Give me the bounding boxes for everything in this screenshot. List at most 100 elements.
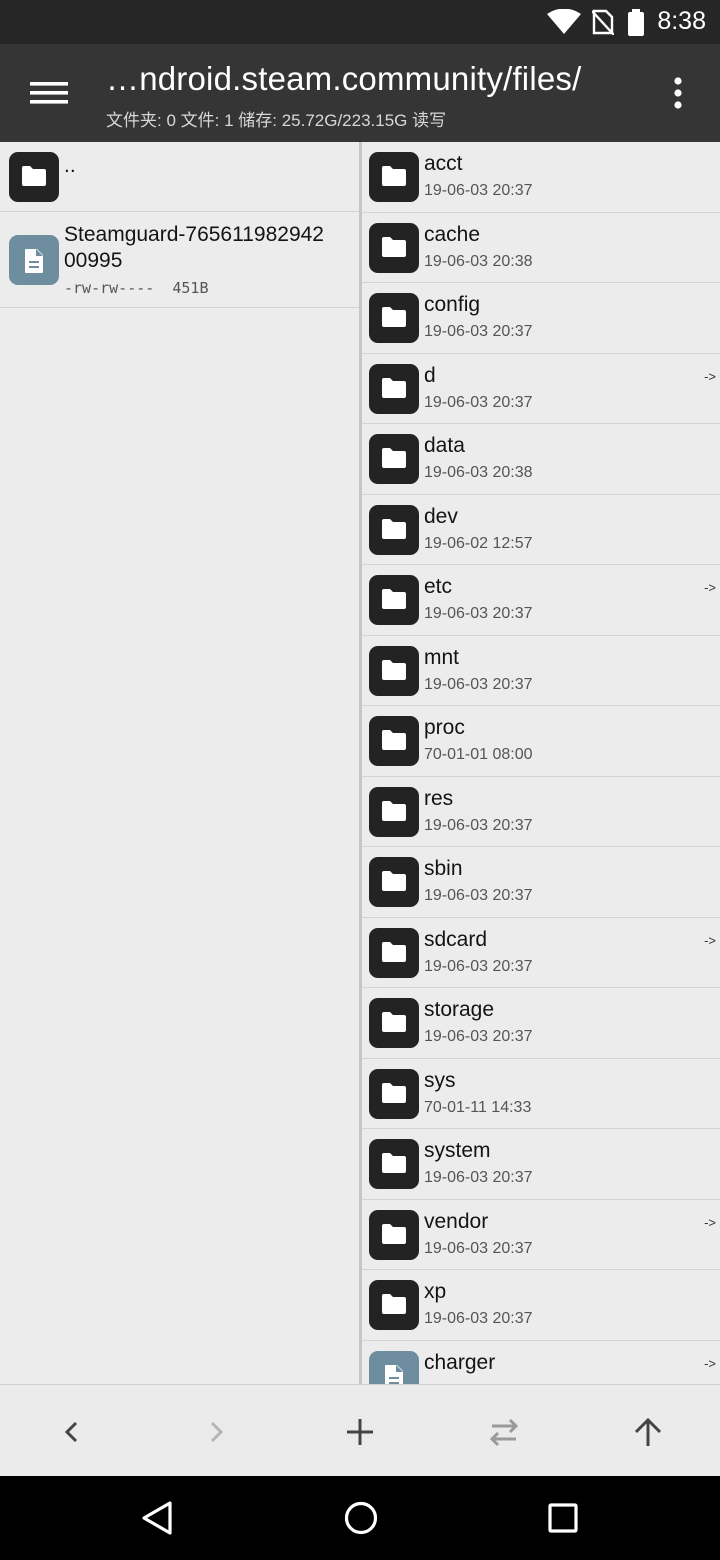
item-name: storage	[424, 998, 495, 1021]
battery-icon	[627, 9, 645, 41]
item-name: dev	[424, 504, 458, 528]
bottom-toolbar	[0, 1384, 720, 1476]
folder-icon	[369, 998, 419, 1048]
file-permissions: -rw-rw---- 451B	[64, 279, 209, 297]
item-name: proc	[424, 716, 465, 739]
item-name: sbin	[424, 857, 463, 880]
list-item[interactable]: data 19-06-03 20:38	[362, 424, 720, 495]
folder-icon	[369, 1209, 419, 1260]
right-pane: acct 19-06-03 20:37 cache 19-06-03 20:38 con…	[362, 142, 720, 1384]
file-icon	[369, 1350, 419, 1384]
path-title[interactable]: …ndroid.steam.community/files/	[106, 60, 582, 98]
item-date: 19-06-03 20:37	[424, 1169, 533, 1186]
item-date: 19-06-03 20:37	[424, 816, 533, 834]
list-item[interactable]: sys 70-01-11 14:33	[362, 1059, 720, 1129]
item-date: 19-06-03 20:37	[424, 605, 533, 622]
file-row[interactable]: Steamguard-765611982942 00995 -rw-rw----…	[0, 212, 360, 308]
system-nav-bar	[0, 1476, 720, 1560]
storage-summary: 文件夹: 0 文件: 1 储存: 25.72G/223.15G 读写	[106, 111, 447, 130]
list-item[interactable]: d 19-06-03 20:37 ->	[362, 354, 720, 424]
file-icon	[9, 235, 59, 285]
item-date: 19-06-03 20:37	[424, 1028, 533, 1045]
list-item[interactable]: acct 19-06-03 20:37	[362, 142, 720, 213]
item-name: charger	[424, 1350, 496, 1374]
item-date: 19-06-03 20:37	[424, 887, 533, 904]
folder-icon	[369, 363, 419, 414]
symlink-indicator: ->	[704, 1214, 716, 1230]
item-date: 19-06-03 20:38	[424, 464, 533, 481]
list-item[interactable]: etc 19-06-03 20:37 ->	[362, 565, 720, 636]
item-date: 70-01-11 14:33	[424, 1098, 532, 1116]
item-name: sys	[424, 1068, 456, 1092]
more-vert-icon[interactable]	[666, 76, 690, 110]
list-item[interactable]: charger ->	[362, 1341, 720, 1384]
folder-icon	[369, 1068, 419, 1119]
list-item[interactable]: config 19-06-03 20:37	[362, 283, 720, 354]
list-item[interactable]: cache 19-06-03 20:38	[362, 213, 720, 283]
item-date: 19-06-03 20:37	[424, 1239, 533, 1257]
item-date: 19-06-03 20:37	[424, 675, 533, 693]
list-item[interactable]: vendor 19-06-03 20:37 ->	[362, 1200, 720, 1270]
wifi-icon	[547, 8, 581, 39]
symlink-indicator: ->	[704, 580, 716, 595]
list-item[interactable]: storage 19-06-03 20:37	[362, 988, 720, 1059]
item-name: system	[424, 1139, 491, 1162]
item-name: etc	[424, 575, 453, 598]
symlink-indicator: ->	[704, 1355, 716, 1371]
item-date: 19-06-03 20:37	[424, 323, 533, 340]
list-item[interactable]: sdcard 19-06-03 20:37 ->	[362, 918, 720, 988]
folder-icon	[9, 152, 59, 202]
list-item[interactable]: dev 19-06-02 12:57	[362, 495, 720, 565]
folder-icon	[369, 434, 419, 484]
item-date: 19-06-03 20:37	[424, 182, 533, 199]
symlink-indicator: ->	[704, 368, 716, 384]
list-item[interactable]: res 19-06-03 20:37	[362, 777, 720, 847]
item-name: res	[424, 786, 454, 810]
folder-icon	[369, 1139, 419, 1189]
list-item[interactable]: sbin 19-06-03 20:37	[362, 847, 720, 918]
add-icon[interactable]	[340, 1415, 380, 1449]
item-name: cache	[424, 222, 481, 246]
no-sim-icon	[591, 9, 615, 39]
nav-back-icon[interactable]	[140, 1498, 176, 1542]
back-arrow-icon[interactable]	[52, 1415, 92, 1449]
parent-directory-row[interactable]: ..	[0, 142, 360, 212]
folder-icon	[369, 293, 419, 343]
app-bar: …ndroid.steam.community/files/ 文件夹: 0 文件…	[0, 44, 720, 142]
status-bar: 8:38	[0, 0, 720, 44]
item-name: vendor	[424, 1209, 489, 1233]
item-date: 19-06-03 20:37	[424, 393, 533, 411]
item-name: d	[424, 363, 436, 387]
item-date: 19-06-03 20:37	[424, 1310, 533, 1327]
item-date: 19-06-03 20:38	[424, 252, 533, 270]
list-item[interactable]: proc 70-01-01 08:00	[362, 706, 720, 777]
folder-icon	[369, 927, 419, 978]
folder-icon	[369, 575, 419, 625]
forward-arrow-icon[interactable]	[196, 1415, 236, 1449]
item-date: 70-01-01 08:00	[424, 746, 533, 763]
item-name: mnt	[424, 645, 460, 669]
file-name-line2: 00995	[64, 249, 123, 272]
folder-icon	[369, 716, 419, 766]
list-item[interactable]: xp 19-06-03 20:37	[362, 1270, 720, 1341]
folder-icon	[369, 857, 419, 907]
nav-home-icon[interactable]	[342, 1498, 380, 1542]
folder-icon	[369, 645, 419, 696]
item-name: sdcard	[424, 927, 488, 951]
nav-recents-icon[interactable]	[545, 1498, 581, 1542]
up-arrow-icon[interactable]	[628, 1415, 668, 1449]
status-time: 8:38	[657, 7, 706, 35]
item-name: config	[424, 293, 481, 316]
folder-icon	[369, 504, 419, 555]
list-item[interactable]: mnt 19-06-03 20:37	[362, 636, 720, 706]
item-name: data	[424, 434, 465, 457]
left-pane: .. Steamguard-765611982942 00995 -rw-rw-…	[0, 142, 360, 1384]
folder-icon	[369, 152, 419, 202]
swap-panes-icon[interactable]	[484, 1415, 524, 1449]
item-date: 19-06-03 20:37	[424, 957, 533, 975]
symlink-indicator: ->	[704, 932, 716, 948]
list-item[interactable]: system 19-06-03 20:37	[362, 1129, 720, 1200]
folder-icon	[369, 1280, 419, 1330]
item-name: xp	[424, 1280, 447, 1303]
hamburger-menu-icon[interactable]	[20, 70, 78, 116]
